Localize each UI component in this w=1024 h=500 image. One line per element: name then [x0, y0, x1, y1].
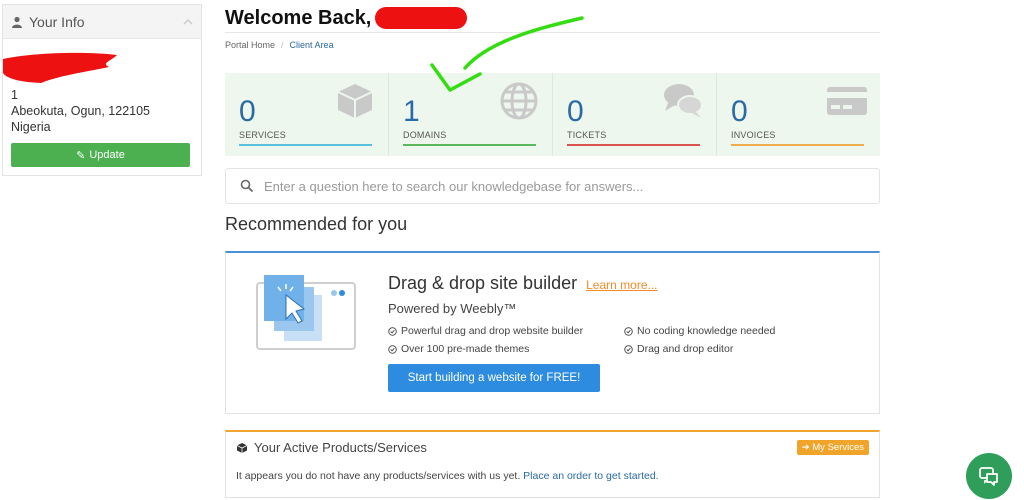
search-input[interactable] — [264, 178, 824, 194]
site-builder-illustration — [256, 275, 356, 350]
check-circle-icon — [388, 344, 397, 354]
stat-label: INVOICES — [731, 130, 776, 140]
feature-text: Drag and drop editor — [637, 343, 734, 355]
feature-text: No coding knowledge needed — [637, 325, 776, 337]
stat-value: 0 — [239, 95, 256, 128]
stat-underline — [239, 144, 372, 146]
address-line-2: Abeokuta, Ogun, 122105 — [11, 104, 151, 118]
products-empty-message: It appears you do not have any products/… — [236, 470, 659, 482]
feature-item: Powerful drag and drop website builder — [388, 325, 583, 337]
products-title: Your Active Products/Services — [254, 440, 427, 455]
stat-value: 1 — [403, 95, 420, 128]
your-info-panel: Your Info 1 Abeokuta, Ogun, 122105 Niger… — [2, 4, 202, 176]
start-building-button[interactable]: Start building a website for FREE! — [388, 364, 600, 392]
stat-underline — [403, 144, 536, 146]
stat-label: TICKETS — [567, 130, 607, 140]
search-icon — [240, 179, 254, 193]
chat-icon — [664, 84, 703, 118]
your-info-title: Your Info — [29, 13, 85, 30]
stat-tile-invoices[interactable]: 0 INVOICES — [717, 73, 880, 156]
live-chat-button[interactable] — [966, 453, 1012, 499]
update-button-label: Update — [89, 149, 125, 161]
promo-title-text: Drag & drop site builder — [388, 273, 578, 293]
chat-bubble-icon — [979, 467, 998, 486]
powered-by-text: Powered by Weebly™ — [388, 301, 517, 316]
address-country: Nigeria — [11, 120, 51, 134]
empty-text: It appears you do not have any products/… — [236, 470, 521, 482]
chevron-up-icon[interactable] — [183, 18, 193, 25]
feature-item: Over 100 pre-made themes — [388, 343, 529, 355]
user-icon — [12, 16, 22, 28]
my-services-label: My Services — [812, 442, 864, 453]
stat-value: 0 — [731, 95, 748, 128]
credit-card-icon — [827, 87, 867, 115]
products-header: Your Active Products/Services — [236, 440, 427, 455]
stat-label: DOMAINS — [403, 130, 447, 140]
promo-title: Drag & drop site builder Learn more... — [388, 273, 658, 294]
annotation-arrow — [430, 16, 584, 92]
learn-more-link[interactable]: Learn more... — [586, 278, 657, 292]
stat-underline — [731, 144, 864, 146]
recommended-title: Recommended for you — [225, 214, 408, 234]
knowledgebase-search[interactable] — [225, 168, 880, 204]
your-info-header[interactable]: Your Info — [3, 5, 201, 39]
my-services-button[interactable]: ➔ My Services — [796, 440, 869, 455]
redacted-name-mark — [3, 52, 117, 83]
feature-item: No coding knowledge needed — [624, 325, 775, 337]
welcome-text: Welcome Back, — [225, 6, 372, 29]
stat-underline — [567, 144, 700, 146]
feature-text: Powerful drag and drop website builder — [401, 325, 584, 337]
check-circle-icon — [624, 344, 633, 354]
check-circle-icon — [388, 326, 397, 336]
feature-item: Drag and drop editor — [624, 343, 733, 355]
box-icon — [337, 84, 373, 118]
address-block: 1 Abeokuta, Ogun, 122105 Nigeria — [3, 39, 201, 135]
active-products-panel: Your Active Products/Services ➔ My Servi… — [225, 430, 880, 498]
pencil-icon: ✎ — [76, 149, 86, 162]
breadcrumb-current[interactable]: Client Area — [290, 40, 334, 50]
breadcrumb-separator: / — [281, 40, 284, 50]
feature-text: Over 100 pre-made themes — [401, 343, 530, 355]
breadcrumb: Portal Home / Client Area — [225, 40, 334, 50]
cube-icon — [236, 442, 248, 453]
site-builder-promo: Drag & drop site builder Learn more... P… — [225, 251, 880, 414]
stat-label: SERVICES — [239, 130, 286, 140]
breadcrumb-home[interactable]: Portal Home — [225, 40, 275, 50]
arrow-right-icon: ➔ — [801, 442, 813, 453]
stat-tile-services[interactable]: 0 SERVICES — [225, 73, 389, 156]
stat-value: 0 — [567, 95, 584, 128]
update-button[interactable]: ✎ Update — [11, 143, 190, 167]
place-order-link[interactable]: Place an order to get started. — [523, 470, 658, 482]
address-line-1: 1 — [11, 88, 18, 102]
check-circle-icon — [624, 326, 633, 336]
